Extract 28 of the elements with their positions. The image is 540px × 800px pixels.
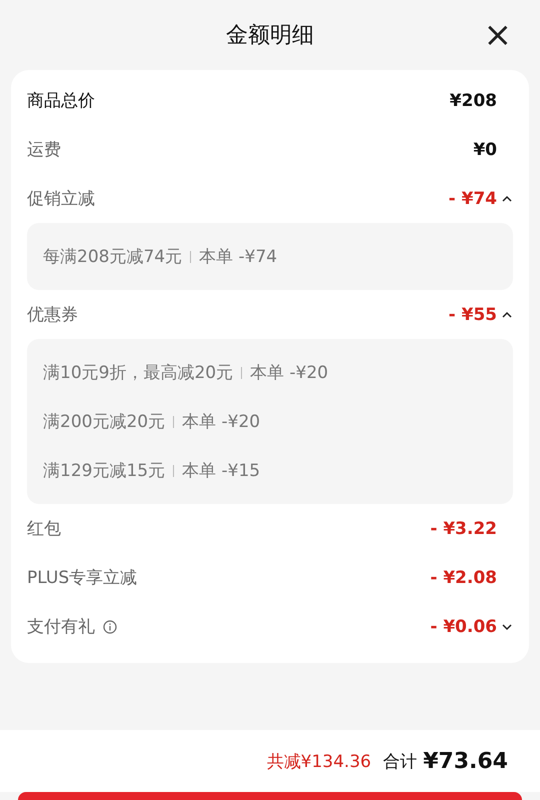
row-label: 商品总价 [27,90,95,112]
row-label: 支付有礼 [27,616,95,638]
discount-rule: 满10元9折，最高减20元 [43,362,234,384]
amount-value: - ¥3.22 [430,518,497,538]
row-label: 运费 [27,139,61,161]
row-label: 优惠券 [27,304,78,326]
amount-value: ¥208 [450,90,497,110]
amount-value: - ¥74 [448,188,497,208]
applied-amount: 本单 -¥20 [250,362,328,384]
total-label: 合计 [383,750,418,772]
saved-total: 共减¥134.36 [266,750,372,772]
discount-rule: 每满208元减74元 [43,246,182,268]
discount-rule: 满200元减20元 [43,411,166,433]
applied-amount: 本单 -¥15 [182,460,260,482]
row-label: 促销立减 [27,188,95,210]
close-button[interactable]: × [484,18,512,52]
row-label: PLUS专享立减 [27,567,138,589]
applied-amount: 本单 -¥20 [182,411,260,433]
amount-value: - ¥0.06 [430,616,497,636]
amount-value: - ¥2.08 [430,568,497,588]
amount-value: ¥0 [473,140,497,160]
info-icon[interactable] [103,620,117,634]
sheet-title: 金额明细 [226,22,314,50]
total-amount: ¥73.64 [423,748,508,774]
amount-value: - ¥55 [448,304,497,324]
discount-rule: 满129元减15元 [43,460,166,482]
row-label: 红包 [27,518,61,540]
applied-amount: 本单 -¥74 [199,246,278,268]
